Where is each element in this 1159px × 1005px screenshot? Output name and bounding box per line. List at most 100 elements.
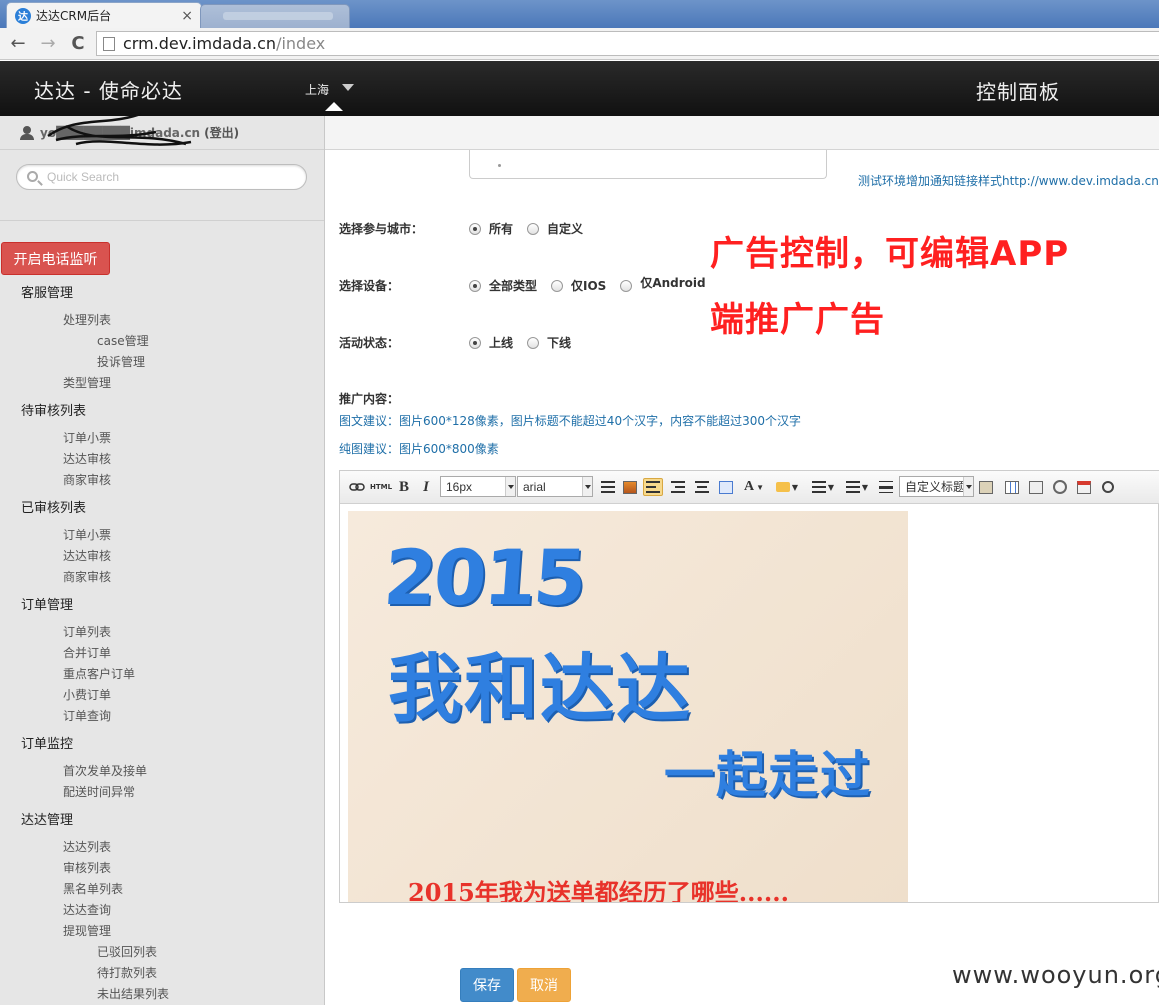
image-icon[interactable] <box>622 478 638 496</box>
sidebar-item[interactable]: 商家审核 <box>63 471 111 488</box>
poster-headline: 我和达达 <box>388 646 692 732</box>
paste-icon[interactable] <box>978 478 994 496</box>
phone-monitor-button[interactable]: 开启电话监听 <box>1 242 110 275</box>
status-label: 活动状态： <box>339 336 400 350</box>
sidebar-item[interactable]: 首次发单及接单 <box>63 762 147 779</box>
ordered-list-icon[interactable]: ▼ <box>810 478 836 496</box>
radio-device-android[interactable] <box>620 279 633 292</box>
address-bar[interactable]: crm.dev.imdada.cn/index <box>96 31 1159 56</box>
heading-select[interactable]: 自定义标题 <box>899 476 974 497</box>
city-radio-group: 所有 自定义 <box>469 220 597 237</box>
browser-tab-blurred[interactable] <box>200 4 350 28</box>
copy-icon[interactable] <box>1028 478 1044 496</box>
clock-icon[interactable] <box>1052 478 1068 496</box>
hint-image-only: 纯图建议：图片600*800像素 <box>339 442 499 456</box>
table-icon[interactable] <box>1004 478 1020 496</box>
editor-content[interactable]: 2015 我和达达 一起走过 2015年我为送单都经历了哪些...... <box>340 505 1158 902</box>
page-icon <box>103 36 115 51</box>
poster-caption: 2015年我为送单都经历了哪些...... <box>408 878 789 902</box>
outdent-icon[interactable] <box>600 478 616 496</box>
city-selector[interactable]: 上海 <box>305 81 329 98</box>
sidebar-item[interactable]: 类型管理 <box>63 374 111 391</box>
sidebar-item[interactable]: 待打款列表 <box>97 964 157 981</box>
sidebar-item[interactable]: case管理 <box>97 332 149 349</box>
search-input[interactable] <box>47 168 297 186</box>
sidebar-item[interactable]: 达达列表 <box>63 838 111 855</box>
brand-title[interactable]: 达达 - 使命必达 <box>34 75 183 104</box>
sidebar-item[interactable]: 订单列表 <box>63 623 111 640</box>
sidebar-item[interactable]: 配送时间异常 <box>63 783 135 800</box>
sidebar-item[interactable]: 未出结果列表 <box>97 985 169 1002</box>
test-env-link[interactable]: 测试环境增加通知链接样式http://www.dev.imdada.cn/act <box>858 172 1159 189</box>
font-family-select[interactable]: arial <box>517 476 593 497</box>
font-size-select[interactable]: 16px <box>440 476 516 497</box>
radio-status-offline[interactable] <box>527 336 540 349</box>
logout-link[interactable]: (登出) <box>204 124 239 141</box>
sidebar-item[interactable]: 客服管理 <box>21 282 73 301</box>
radio-label: 上线 <box>489 336 514 350</box>
radio-status-online[interactable] <box>469 336 481 349</box>
sidebar-item[interactable]: 订单小票 <box>63 526 111 543</box>
radio-device-all[interactable] <box>469 279 481 292</box>
sidebar-item[interactable]: 订单管理 <box>21 594 73 613</box>
save-button[interactable]: 保存 <box>460 968 514 1002</box>
chevron-down-icon <box>963 477 973 496</box>
sidebar-item[interactable]: 已审核列表 <box>21 497 86 516</box>
cancel-button[interactable]: 取消 <box>517 968 571 1002</box>
sidebar-item[interactable]: 审核列表 <box>63 859 111 876</box>
sidebar-item[interactable]: 小费订单 <box>63 686 111 703</box>
sidebar-item[interactable]: 达达管理 <box>21 809 73 828</box>
font-color-button[interactable]: A ▼ <box>742 478 766 496</box>
sidebar-item[interactable]: 订单小票 <box>63 429 111 446</box>
tab-title: 达达CRM后台 <box>36 9 112 23</box>
sidebar-item[interactable]: 订单查询 <box>63 707 111 724</box>
sidebar-item[interactable]: 达达审核 <box>63 450 111 467</box>
align-center-icon[interactable] <box>694 478 710 496</box>
italic-button[interactable]: I <box>420 478 432 496</box>
word-paste-icon[interactable] <box>718 478 734 496</box>
forward-arrow-icon[interactable]: → <box>38 33 58 54</box>
sidebar-item[interactable]: 黑名单列表 <box>63 880 123 897</box>
radio-label: 下线 <box>547 336 572 350</box>
dropdown-pointer-icon <box>325 102 343 111</box>
quick-search[interactable] <box>16 164 307 190</box>
radio-label: 仅IOS <box>571 279 607 293</box>
sidebar-item[interactable]: 商家审核 <box>63 568 111 585</box>
sidebar-item[interactable]: 重点客户订单 <box>63 665 135 682</box>
highlight-icon[interactable]: ▼ <box>774 478 800 496</box>
sidebar-item[interactable]: 已驳回列表 <box>97 943 157 960</box>
sidebar-item[interactable]: 待审核列表 <box>21 400 86 419</box>
sidebar-item[interactable]: 达达查询 <box>63 901 111 918</box>
bold-button[interactable]: B <box>396 478 412 496</box>
heading-value: 自定义标题 <box>905 480 966 494</box>
sidebar-item[interactable]: 投诉管理 <box>97 353 145 370</box>
unordered-list-icon[interactable]: ▼ <box>844 478 870 496</box>
status-radio-group: 上线 下线 <box>469 334 585 351</box>
align-right-icon[interactable] <box>670 478 686 496</box>
sidebar-item[interactable]: 处理列表 <box>63 311 111 328</box>
calendar-icon[interactable] <box>1076 478 1092 496</box>
radio-device-ios[interactable] <box>551 279 564 292</box>
back-arrow-icon[interactable]: ← <box>8 33 28 54</box>
url-host: crm.dev.imdada.cn <box>123 34 277 53</box>
align-left-icon[interactable] <box>643 478 663 496</box>
radio-city-all[interactable] <box>469 222 481 235</box>
device-label: 选择设备： <box>339 279 400 293</box>
promo-poster-image: 2015 我和达达 一起走过 2015年我为送单都经历了哪些...... <box>348 511 908 902</box>
radio-city-custom[interactable] <box>527 222 540 235</box>
font-size-value: 16px <box>446 479 473 494</box>
preview-icon[interactable] <box>1100 478 1116 496</box>
sidebar-item[interactable]: 合并订单 <box>63 644 111 661</box>
browser-tab-active[interactable]: 达 达达CRM后台 × <box>6 2 202 28</box>
horizontal-rule-icon[interactable] <box>878 478 894 496</box>
sidebar-item[interactable]: 达达审核 <box>63 547 111 564</box>
link-icon[interactable] <box>348 478 366 496</box>
tab-close-icon[interactable]: × <box>181 8 193 24</box>
sidebar-item[interactable]: 提现管理 <box>63 922 111 939</box>
sidebar-item[interactable]: 订单监控 <box>21 733 73 752</box>
caret-down-icon[interactable] <box>342 84 354 91</box>
reload-icon[interactable]: C <box>68 33 88 54</box>
partial-input-field[interactable] <box>469 150 827 179</box>
html-source-button[interactable]: HTML <box>370 478 392 496</box>
user-info: yo████████imdada.cn (登出) <box>20 112 239 146</box>
